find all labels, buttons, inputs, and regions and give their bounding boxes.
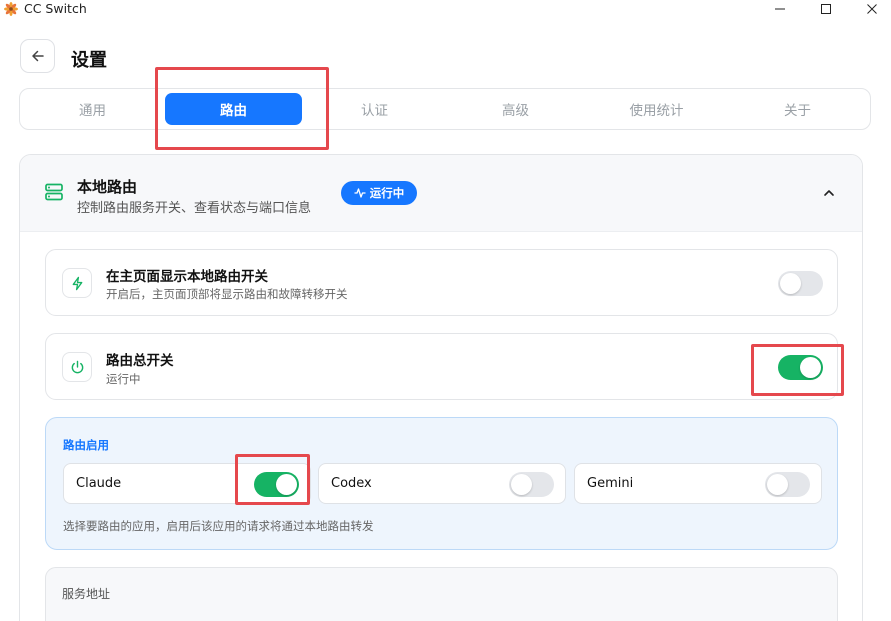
tab-advanced[interactable]: 高级 (447, 93, 584, 125)
master-switch-card: 路由总开关 运行中 (45, 333, 838, 400)
gemini-toggle[interactable] (765, 472, 810, 497)
flower-logo-icon (4, 2, 18, 16)
app-name-codex: Codex (331, 476, 372, 491)
close-button[interactable] (858, 0, 886, 18)
toggle-knob (780, 273, 801, 294)
show-switch-toggle[interactable] (778, 271, 823, 296)
routing-enable-label: 路由启用 (63, 438, 109, 452)
tab-general[interactable]: 通用 (24, 93, 161, 125)
local-routing-subtitle: 控制路由服务开关、查看状态与端口信息 (77, 201, 312, 216)
server-icon (45, 183, 63, 201)
local-routing-title: 本地路由 (77, 178, 138, 196)
routing-enable-hint: 选择要路由的应用，启用后该应用的请求将通过本地路由转发 (63, 519, 374, 533)
app-name-gemini: Gemini (587, 476, 634, 491)
settings-tabs: 通用 路由 认证 高级 使用统计 关于 (19, 88, 871, 130)
tab-about[interactable]: 关于 (729, 93, 866, 125)
codex-toggle[interactable] (509, 472, 554, 497)
maximize-icon (821, 4, 831, 14)
show-switch-subtitle: 开启后，主页面顶部将显示路由和故障转移开关 (106, 287, 348, 301)
app-card-codex: Codex (318, 463, 566, 504)
claude-toggle[interactable] (254, 472, 299, 497)
title-bar: CC Switch (0, 0, 891, 18)
toggle-knob (800, 357, 821, 378)
app-name-claude: Claude (76, 476, 122, 491)
arrow-left-icon (31, 50, 44, 62)
tab-usage-stats[interactable]: 使用统计 (588, 93, 725, 125)
app-title: CC Switch (24, 1, 87, 16)
chevron-up-icon[interactable] (822, 186, 836, 200)
master-switch-subtitle: 运行中 (106, 372, 141, 386)
status-badge: 运行中 (341, 181, 417, 205)
app-card-claude: Claude (63, 463, 311, 504)
local-routing-header[interactable]: 本地路由 控制路由服务开关、查看状态与端口信息 运行中 (20, 155, 862, 232)
status-badge-label: 运行中 (369, 186, 405, 200)
local-routing-panel: 本地路由 控制路由服务开关、查看状态与端口信息 运行中 在主页面显示本地路由开关… (19, 154, 863, 621)
app-card-gemini: Gemini (574, 463, 822, 504)
page-title: 设置 (71, 50, 107, 71)
service-address-section: 服务地址 (45, 567, 838, 621)
service-address-label: 服务地址 (62, 587, 111, 601)
close-icon (867, 4, 877, 14)
back-button[interactable] (20, 39, 55, 73)
toggle-knob (511, 474, 532, 495)
routing-enable-section: 路由启用 Claude Codex Gemini 选择要路由的应用，启用后该应用… (45, 417, 838, 550)
maximize-button[interactable] (812, 0, 840, 18)
power-icon-box (62, 352, 92, 382)
tab-routing[interactable]: 路由 (165, 93, 302, 125)
activity-icon (354, 188, 366, 198)
power-icon (71, 360, 83, 373)
show-switch-title: 在主页面显示本地路由开关 (106, 269, 268, 285)
master-switch-toggle[interactable] (778, 355, 823, 380)
tab-auth[interactable]: 认证 (306, 93, 443, 125)
master-switch-title: 路由总开关 (106, 353, 174, 369)
minimize-button[interactable] (766, 0, 794, 18)
toggle-knob (276, 474, 297, 495)
show-switch-card: 在主页面显示本地路由开关 开启后，主页面顶部将显示路由和故障转移开关 (45, 249, 838, 316)
lightning-icon-box (62, 268, 92, 298)
minimize-icon (775, 8, 785, 10)
toggle-knob (767, 474, 788, 495)
lightning-icon (72, 276, 82, 290)
